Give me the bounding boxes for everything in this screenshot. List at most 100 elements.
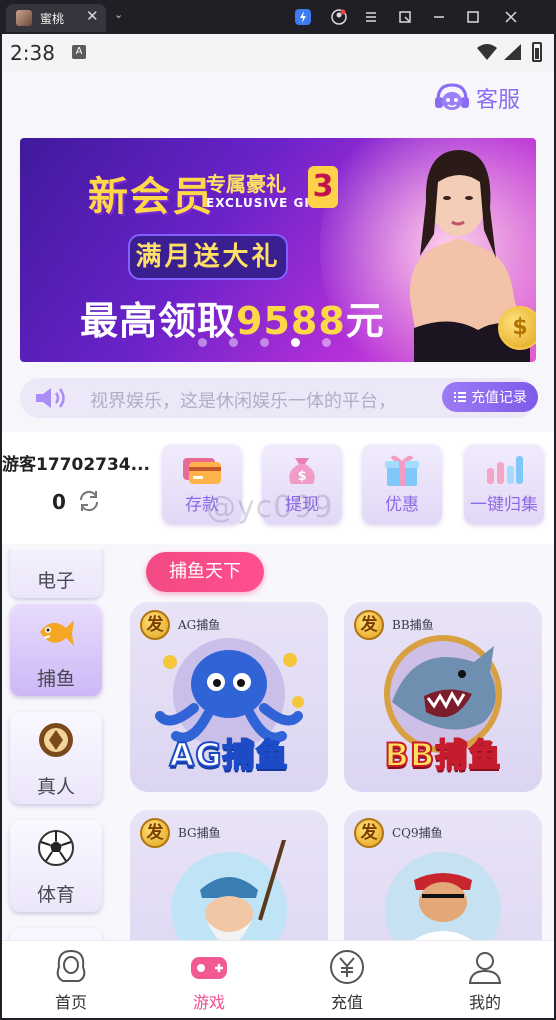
nav-profile[interactable]: 我的 <box>430 947 540 1015</box>
notice-marquee: 视界娱乐，这是休闲娱乐一体的平台， <box>90 391 396 412</box>
soccer-ball-icon <box>38 830 74 866</box>
dollar-coin-icon: $ <box>498 306 536 350</box>
user-profile-icon <box>468 952 502 984</box>
screenshot-icon[interactable] <box>396 8 414 26</box>
banner-dot[interactable] <box>198 338 207 347</box>
banner-dot[interactable] <box>260 338 269 347</box>
game-tag: BB捕鱼 <box>392 618 434 632</box>
nav-recharge[interactable]: 充值 <box>292 947 402 1015</box>
game-card-bb-fishing[interactable]: 发 BB捕鱼 BB捕鱼 <box>344 602 542 792</box>
game-card-bg-fishing[interactable]: 发 BG捕鱼 <box>130 810 328 940</box>
minimize-icon[interactable] <box>430 8 448 26</box>
headset-icon <box>434 83 469 110</box>
recharge-record-button[interactable]: 充值记录 <box>442 382 538 412</box>
profile-icon[interactable] <box>330 8 348 26</box>
banner-title: 新会员 <box>88 174 214 220</box>
favicon-icon <box>16 10 32 26</box>
sidebar-item-label: 捕鱼 <box>36 668 75 690</box>
game-card-ag-fishing[interactable]: 发 AG捕鱼 AG捕鱼 <box>130 602 328 792</box>
app-window: 蜜桃 ✕ ⌄ 2:38 A 客服 新会员 专属豪礼 EXCLUSIVE GIFT… <box>0 0 556 1020</box>
status-bar: 2:38 A <box>2 34 554 72</box>
casino-chip-icon <box>39 723 73 757</box>
game-badge: 发 <box>354 818 384 848</box>
banner-big-amount: 9588 <box>236 299 346 343</box>
game-card-cq9-fishing[interactable]: 发 CQ9捕鱼 <box>344 810 542 940</box>
recharge-record-label: 充值记录 <box>471 390 527 406</box>
sidebar-item-more[interactable] <box>10 928 102 940</box>
fisherman-art <box>171 840 287 940</box>
sidebar-item-fishing[interactable]: 捕鱼 <box>10 604 102 696</box>
sidebar-item-sports[interactable]: 体育 <box>10 820 102 912</box>
game-badge: 发 <box>354 610 384 640</box>
user-panel: 游客17702734... 0 存款 $ 提现 优惠 一键归集 <box>2 432 554 544</box>
promotions-label: 优惠 <box>385 495 419 515</box>
game-logo: AG捕鱼 <box>168 735 289 775</box>
banner-dot[interactable] <box>291 338 300 347</box>
game-tag: CQ9捕鱼 <box>392 826 443 840</box>
game-badge: 发 <box>140 818 170 848</box>
banner-pill: 满月送大礼 <box>128 234 288 280</box>
game-badge: 发 <box>140 610 170 640</box>
customer-service-label: 客服 <box>475 88 520 113</box>
banner-number: 3 <box>308 166 338 208</box>
deposit-card-icon <box>183 458 221 484</box>
yen-coin-icon <box>330 950 364 984</box>
banner-big-prefix: 最高领取 <box>80 299 237 343</box>
one-click-collect-label: 一键归集 <box>470 495 538 515</box>
sidebar-item-slots[interactable]: 电子 <box>10 550 102 598</box>
banner-pagination[interactable] <box>198 338 331 347</box>
close-window-icon[interactable] <box>502 8 520 26</box>
banner-dot[interactable] <box>229 338 238 347</box>
app-header: 客服 <box>2 72 554 132</box>
promo-banner[interactable]: 新会员 专属豪礼 EXCLUSIVE GIFT 3 满月送大礼 最高领取9588… <box>20 138 536 362</box>
battery-icon <box>532 42 542 62</box>
gamepad-icon <box>191 957 227 979</box>
bottom-nav: 首页 游戏 充值 我的 <box>2 940 554 1018</box>
signal-icon <box>502 43 522 65</box>
nav-label: 充值 <box>330 993 363 1012</box>
status-time: 2:38 <box>10 41 55 65</box>
game-tag: BG捕鱼 <box>178 826 221 840</box>
balance-value: 0 <box>52 490 66 514</box>
fish-icon <box>40 620 74 646</box>
maximize-icon[interactable] <box>464 8 482 26</box>
speaker-icon <box>36 388 65 408</box>
sidebar-item-label: 真人 <box>36 776 75 798</box>
close-tab-icon[interactable]: ✕ <box>86 7 99 25</box>
wifi-icon <box>476 43 498 65</box>
browser-tab[interactable]: 蜜桃 ✕ <box>6 4 106 32</box>
section-chip[interactable]: 捕鱼天下 <box>146 552 264 592</box>
tab-list-chevron-icon[interactable]: ⌄ <box>114 8 123 21</box>
banner-subtitle: 专属豪礼 <box>206 172 286 196</box>
one-click-collect-button[interactable]: 一键归集 <box>464 444 544 524</box>
watermark: @yc099 <box>206 490 334 525</box>
sidebar-item-label: 电子 <box>36 570 75 592</box>
nav-home[interactable]: 首页 <box>16 947 126 1015</box>
game-content: 电子 捕鱼 真人 体育 捕鱼天下 发 AG捕鱼 AG捕鱼 发 BB捕鱼 BB捕鱼… <box>2 550 554 940</box>
browser-tab-bar: 蜜桃 ✕ ⌄ <box>0 0 556 34</box>
username: 游客17702734... <box>2 455 151 475</box>
gift-box-icon <box>385 455 419 486</box>
menu-icon[interactable] <box>362 8 380 26</box>
banner-dot[interactable] <box>322 338 331 347</box>
banner-big-text: 最高领取9588元 <box>80 290 385 345</box>
sidebar-item-live[interactable]: 真人 <box>10 712 102 804</box>
notification-icon: A <box>72 45 86 59</box>
tab-title: 蜜桃 <box>40 12 65 26</box>
game-tag: AG捕鱼 <box>178 618 221 632</box>
refresh-icon[interactable] <box>76 488 102 514</box>
nav-label: 首页 <box>54 993 87 1012</box>
home-woman-icon <box>56 949 86 982</box>
nav-label: 游戏 <box>192 993 225 1012</box>
nav-label: 我的 <box>468 993 501 1012</box>
banner-big-suffix: 元 <box>345 299 385 343</box>
extension-icon[interactable] <box>294 8 312 26</box>
withdraw-bag-icon: $ <box>289 458 315 484</box>
notice-bar: 视界娱乐，这是休闲娱乐一体的平台， 充值记录 <box>20 378 538 418</box>
svg-text:$: $ <box>297 469 306 484</box>
promotions-button[interactable]: 优惠 <box>362 444 442 524</box>
customer-service-button[interactable]: 客服 <box>434 80 520 116</box>
list-icon <box>454 392 466 402</box>
nav-games[interactable]: 游戏 <box>154 947 264 1015</box>
phone-screen: 2:38 A 客服 新会员 专属豪礼 EXCLUSIVE GIFT 3 满月送大… <box>2 34 554 1018</box>
